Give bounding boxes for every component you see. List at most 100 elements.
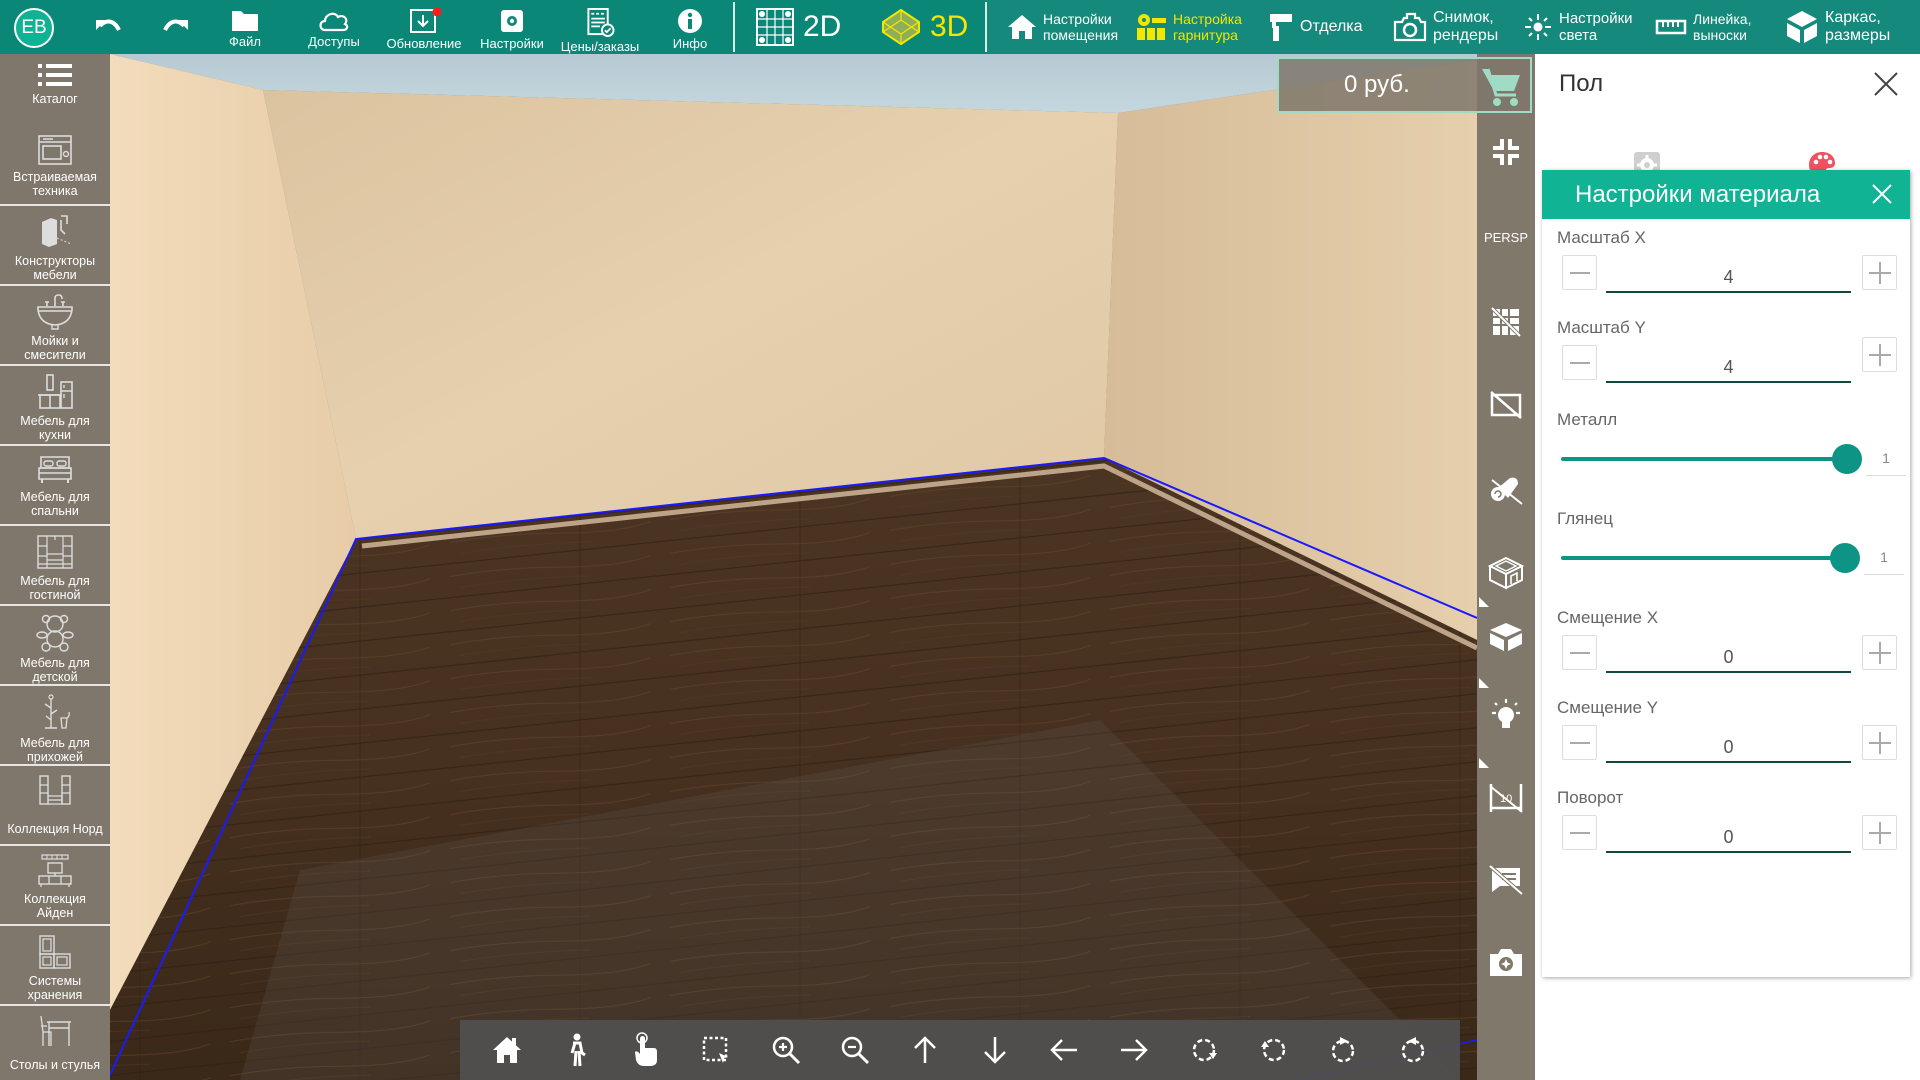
slider-thumb[interactable] (1832, 444, 1862, 474)
undo-button[interactable] (92, 0, 122, 54)
collapse-button[interactable] (1477, 127, 1535, 177)
room-settings-button[interactable]: Настройки помещения (1007, 0, 1118, 54)
camera-icon (1490, 949, 1522, 976)
scale-x-input[interactable] (1606, 258, 1851, 293)
rotate-right-icon (1401, 1037, 1425, 1063)
3d-object-toggle[interactable] (1477, 612, 1535, 662)
sidebar-item-tables-chairs[interactable]: Столы и стулья (0, 1006, 110, 1080)
screenshot-button[interactable] (1477, 937, 1535, 987)
pan-mode-button[interactable] (626, 1030, 666, 1070)
panel-close-button[interactable] (1870, 68, 1902, 100)
access-button[interactable]: Доступы (302, 0, 366, 54)
snapshot-label: Снимок, рендеры (1433, 9, 1499, 44)
update-button[interactable]: Обновление (384, 0, 464, 54)
living-room-icon (37, 535, 73, 569)
headset-settings-button[interactable]: Настройка гарнитура (1135, 0, 1242, 54)
prices-orders-button[interactable]: Цены/заказы (555, 0, 645, 54)
folder-icon (232, 11, 258, 31)
gloss-slider[interactable] (1561, 543, 1860, 573)
file-button[interactable]: Файл (225, 0, 265, 54)
room-scene[interactable] (110, 54, 1477, 1080)
plus-icon (1868, 731, 1891, 754)
info-icon (678, 9, 702, 33)
minus-icon (1569, 271, 1590, 274)
offset-x-input[interactable] (1606, 638, 1851, 673)
orbit-cw-icon (1192, 1038, 1217, 1062)
grid-toggle[interactable] (1477, 297, 1535, 347)
ruler-label: Линейка, выноски (1693, 11, 1752, 43)
move-right-button[interactable] (1114, 1030, 1154, 1070)
scale-x-increment-button[interactable] (1862, 255, 1897, 290)
offset-y-decrement-button[interactable] (1562, 725, 1597, 760)
settings-button[interactable]: Настройки (477, 0, 547, 54)
sidebar-item-living-room-furniture[interactable]: Мебель для гостиной (0, 526, 110, 606)
storage-icon (39, 935, 71, 969)
submenu-indicator (1479, 758, 1489, 768)
light-settings-button[interactable]: Настройки света (1523, 0, 1633, 54)
wallpaper-toggle[interactable] (1477, 465, 1535, 515)
redo-button[interactable] (162, 0, 192, 54)
sink-icon (37, 294, 73, 330)
user-avatar[interactable]: EB (14, 8, 54, 48)
rotation-increment-button[interactable] (1862, 815, 1897, 850)
minus-icon (1569, 741, 1590, 744)
walk-mode-button[interactable] (557, 1030, 597, 1070)
room-box-toggle[interactable] (1477, 548, 1535, 598)
scale-x-decrement-button[interactable] (1562, 255, 1597, 290)
rotation-decrement-button[interactable] (1562, 815, 1597, 850)
snapshot-button[interactable]: Снимок, рендеры (1393, 0, 1498, 54)
orbit-cw-button[interactable] (1184, 1030, 1224, 1070)
rotation-input[interactable] (1606, 818, 1851, 853)
sidebar-item-kids-furniture[interactable]: Мебель для детской (0, 606, 110, 686)
material-settings-close-button[interactable] (1870, 182, 1894, 206)
sidebar-item-aiden-collection[interactable]: Коллекция Айден (0, 846, 110, 926)
lighting-toggle[interactable] (1477, 690, 1535, 740)
info-button[interactable]: Инфо (668, 0, 712, 54)
rotate-right-button[interactable] (1393, 1030, 1433, 1070)
scale-y-increment-button[interactable] (1862, 337, 1897, 372)
finish-button[interactable]: Отделка (1268, 0, 1363, 54)
camera-nav-toolbar (460, 1020, 1460, 1080)
sidebar-item-furniture-constructors[interactable]: Конструкторы мебели (0, 206, 110, 286)
sidebar-item-bedroom-furniture[interactable]: Мебель для спальни (0, 446, 110, 526)
camera-icon (1393, 12, 1427, 42)
scale-y-decrement-button[interactable] (1562, 345, 1597, 380)
offset-y-input[interactable] (1606, 728, 1851, 763)
offset-x-decrement-button[interactable] (1562, 635, 1597, 670)
metal-slider[interactable] (1561, 444, 1862, 474)
comments-toggle[interactable] (1477, 855, 1535, 905)
zoom-in-button[interactable] (766, 1030, 806, 1070)
move-up-button[interactable] (905, 1030, 945, 1070)
move-left-button[interactable] (1044, 1030, 1084, 1070)
sidebar-item-storage-systems[interactable]: Системы хранения (0, 926, 110, 1006)
select-area-button[interactable] (696, 1030, 736, 1070)
move-down-button[interactable] (975, 1030, 1015, 1070)
slider-thumb[interactable] (1830, 543, 1860, 573)
frame-dimensions-button[interactable]: Каркас, размеры (1785, 0, 1890, 54)
perspective-toggle[interactable]: PERSP (1477, 212, 1535, 262)
dimensions-toggle[interactable]: 10 (1477, 773, 1535, 823)
offset-y-increment-button[interactable] (1862, 725, 1897, 760)
sidebar-item-nord-collection[interactable]: Коллекция Норд (0, 766, 110, 846)
cart-total-button[interactable]: 0 руб. (1277, 57, 1532, 113)
sidebar-item-hallway-furniture[interactable]: Мебель для прихожей (0, 686, 110, 766)
sidebar-item-sinks[interactable]: Мойки и смесители (0, 286, 110, 366)
ruler-button[interactable]: Линейка, выноски (1655, 0, 1751, 54)
sidebar-item-catalog[interactable]: Каталог (0, 54, 110, 126)
download-update-icon (410, 8, 441, 33)
walls-toggle[interactable] (1477, 380, 1535, 430)
sidebar-item-built-in-appliances[interactable]: Встраиваемая техника (0, 126, 110, 206)
home-view-button[interactable] (487, 1030, 527, 1070)
offset-x-increment-button[interactable] (1862, 635, 1897, 670)
3d-viewport[interactable] (110, 54, 1477, 1080)
rotate-left-button[interactable] (1323, 1030, 1363, 1070)
zoom-out-button[interactable] (835, 1030, 875, 1070)
grid-off-icon (1490, 306, 1522, 338)
orbit-ccw-button[interactable] (1254, 1030, 1294, 1070)
sidebar-item-kitchen-furniture[interactable]: Мебель для кухни (0, 366, 110, 446)
mode-3d-button[interactable]: 3D (880, 6, 968, 48)
home-icon (492, 1037, 521, 1063)
finish-label: Отделка (1300, 18, 1363, 35)
mode-2d-button[interactable]: 2D (755, 6, 841, 48)
scale-y-input[interactable] (1606, 348, 1851, 383)
